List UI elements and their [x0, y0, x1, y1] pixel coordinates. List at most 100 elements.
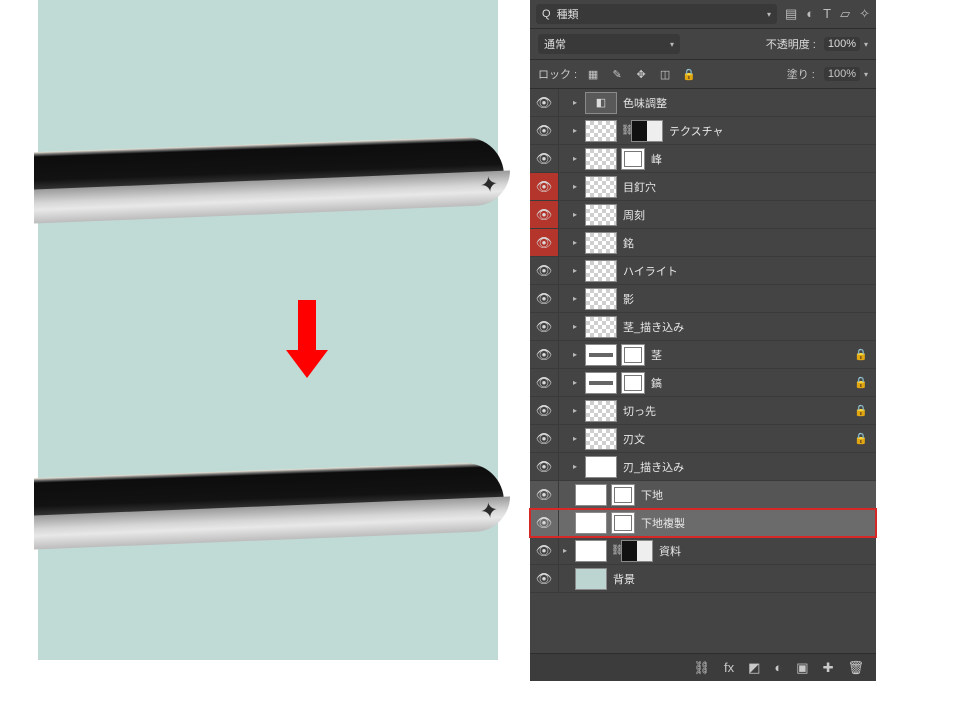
- twirl-icon[interactable]: ▸: [573, 210, 585, 219]
- twirl-icon[interactable]: ▸: [573, 294, 585, 303]
- layer-name[interactable]: 鎬: [651, 375, 662, 391]
- opacity-stepper[interactable]: ▾: [864, 40, 868, 49]
- layer-thumb[interactable]: [585, 232, 617, 254]
- layer-thumb[interactable]: [621, 540, 653, 562]
- mask-new-icon[interactable]: ◩: [748, 660, 760, 676]
- layer-name[interactable]: 周刻: [623, 207, 645, 223]
- layer-name[interactable]: 目釘穴: [623, 179, 656, 195]
- visibility-toggle[interactable]: 👁: [530, 145, 559, 172]
- visibility-toggle[interactable]: 👁: [530, 201, 559, 228]
- layer-thumb[interactable]: [585, 400, 617, 422]
- layer-row[interactable]: 👁▸茎🔒: [530, 341, 876, 369]
- layer-row[interactable]: 👁▸切っ先🔒: [530, 397, 876, 425]
- shape-filter-icon[interactable]: ▱: [840, 6, 850, 22]
- fill-value[interactable]: 100%: [824, 67, 860, 81]
- twirl-icon[interactable]: ▸: [573, 406, 585, 415]
- layer-mask-thumb[interactable]: [621, 148, 645, 170]
- visibility-toggle[interactable]: 👁: [530, 229, 559, 256]
- layer-row[interactable]: 👁▸鎬🔒: [530, 369, 876, 397]
- layer-thumb[interactable]: [585, 456, 617, 478]
- layer-thumb[interactable]: [585, 288, 617, 310]
- twirl-icon[interactable]: ▸: [573, 154, 585, 163]
- twirl-icon[interactable]: ▸: [563, 546, 575, 555]
- layer-mask-thumb[interactable]: [621, 372, 645, 394]
- link-icon[interactable]: ⛓: [693, 660, 710, 676]
- layer-row[interactable]: 👁 ▸ 周刻: [530, 201, 876, 229]
- layer-name[interactable]: 銘: [623, 235, 634, 251]
- layer-name[interactable]: 茎_描き込み: [623, 319, 684, 335]
- lock-all-icon[interactable]: 🔒: [682, 68, 696, 81]
- layer-mask-thumb[interactable]: [621, 344, 645, 366]
- layer-thumb[interactable]: ◧: [585, 92, 617, 114]
- twirl-icon[interactable]: ▸: [573, 238, 585, 247]
- visibility-toggle[interactable]: 👁: [530, 89, 559, 116]
- layer-row[interactable]: 👁背景: [530, 565, 876, 593]
- visibility-toggle[interactable]: 👁: [530, 509, 559, 536]
- lock-brush-icon[interactable]: ✎: [610, 68, 624, 81]
- visibility-toggle[interactable]: 👁: [530, 481, 559, 508]
- visibility-toggle[interactable]: 👁: [530, 537, 559, 564]
- visibility-toggle[interactable]: 👁: [530, 341, 559, 368]
- image-filter-icon[interactable]: ▤: [785, 6, 797, 22]
- adjust-filter-icon[interactable]: ◐: [806, 6, 814, 22]
- layer-name[interactable]: 峰: [651, 151, 662, 167]
- layer-thumb[interactable]: [575, 568, 607, 590]
- visibility-toggle[interactable]: 👁: [530, 257, 559, 284]
- layer-thumb[interactable]: [575, 484, 607, 506]
- layer-name[interactable]: 色味調整: [623, 95, 667, 111]
- layer-row[interactable]: 👁▸目釘穴: [530, 173, 876, 201]
- twirl-icon[interactable]: ▸: [573, 266, 585, 275]
- lock-artboard-icon[interactable]: ◫: [658, 68, 672, 81]
- layer-thumb[interactable]: [585, 316, 617, 338]
- layer-thumb[interactable]: [585, 372, 617, 394]
- layer-name[interactable]: 切っ先: [623, 403, 656, 419]
- group-new-icon[interactable]: ▣: [796, 660, 808, 676]
- layer-name[interactable]: 下地複製: [641, 515, 685, 531]
- visibility-toggle[interactable]: 👁: [530, 369, 559, 396]
- adjustment-new-icon[interactable]: ◐: [774, 660, 782, 675]
- visibility-toggle[interactable]: 👁: [530, 313, 559, 340]
- twirl-icon[interactable]: ▸: [573, 350, 585, 359]
- layer-name[interactable]: 資料: [659, 543, 681, 559]
- fx-icon[interactable]: fx: [724, 660, 734, 675]
- layer-row[interactable]: 👁 ▸ ハイライト: [530, 257, 876, 285]
- layer-row[interactable]: 👁 ▸ 茎_描き込み: [530, 313, 876, 341]
- blend-mode-select[interactable]: 通常 ▾: [538, 34, 680, 54]
- opacity-value[interactable]: 100%: [824, 37, 860, 51]
- visibility-toggle[interactable]: 👁: [530, 117, 559, 144]
- layer-row[interactable]: 👁▸⛓資料: [530, 537, 876, 565]
- layer-thumb[interactable]: [585, 176, 617, 198]
- twirl-icon[interactable]: ▸: [573, 322, 585, 331]
- layer-mask-thumb[interactable]: [611, 484, 635, 506]
- lock-move-icon[interactable]: ✥: [634, 68, 648, 81]
- layer-name[interactable]: 下地: [641, 487, 663, 503]
- layer-name[interactable]: 茎: [651, 347, 662, 363]
- layer-mask-thumb[interactable]: [611, 512, 635, 534]
- layer-name[interactable]: 背景: [613, 571, 635, 587]
- smart-filter-icon[interactable]: ✧: [859, 6, 870, 22]
- visibility-toggle[interactable]: 👁: [530, 397, 559, 424]
- layer-row[interactable]: 👁 下地: [530, 481, 876, 509]
- layer-row[interactable]: 👁 ▸ 峰: [530, 145, 876, 173]
- layer-thumb[interactable]: [585, 120, 617, 142]
- layer-name[interactable]: ハイライト: [623, 263, 678, 279]
- layer-row[interactable]: 👁▸刃文🔒: [530, 425, 876, 453]
- visibility-toggle[interactable]: 👁: [530, 453, 559, 480]
- layer-row[interactable]: 👁 下地複製: [530, 509, 876, 537]
- layer-name[interactable]: 影: [623, 291, 634, 307]
- twirl-icon[interactable]: ▸: [573, 378, 585, 387]
- layer-row[interactable]: 👁 ▸ 影: [530, 285, 876, 313]
- visibility-toggle[interactable]: 👁: [530, 285, 559, 312]
- layer-thumb[interactable]: [585, 344, 617, 366]
- trash-icon[interactable]: 🗑: [847, 660, 864, 676]
- visibility-toggle[interactable]: 👁: [530, 173, 559, 200]
- lock-pixels-icon[interactable]: ▦: [586, 68, 600, 81]
- layer-row[interactable]: 👁▸刃_描き込み: [530, 453, 876, 481]
- layer-row[interactable]: 👁 ▸ 銘: [530, 229, 876, 257]
- twirl-icon[interactable]: ▸: [573, 434, 585, 443]
- twirl-icon[interactable]: ▸: [573, 462, 585, 471]
- visibility-toggle[interactable]: 👁: [530, 425, 559, 452]
- layer-thumb[interactable]: [575, 540, 607, 562]
- layer-thumb[interactable]: [575, 512, 607, 534]
- layer-filter-select[interactable]: Q 種類 ▾: [536, 4, 777, 24]
